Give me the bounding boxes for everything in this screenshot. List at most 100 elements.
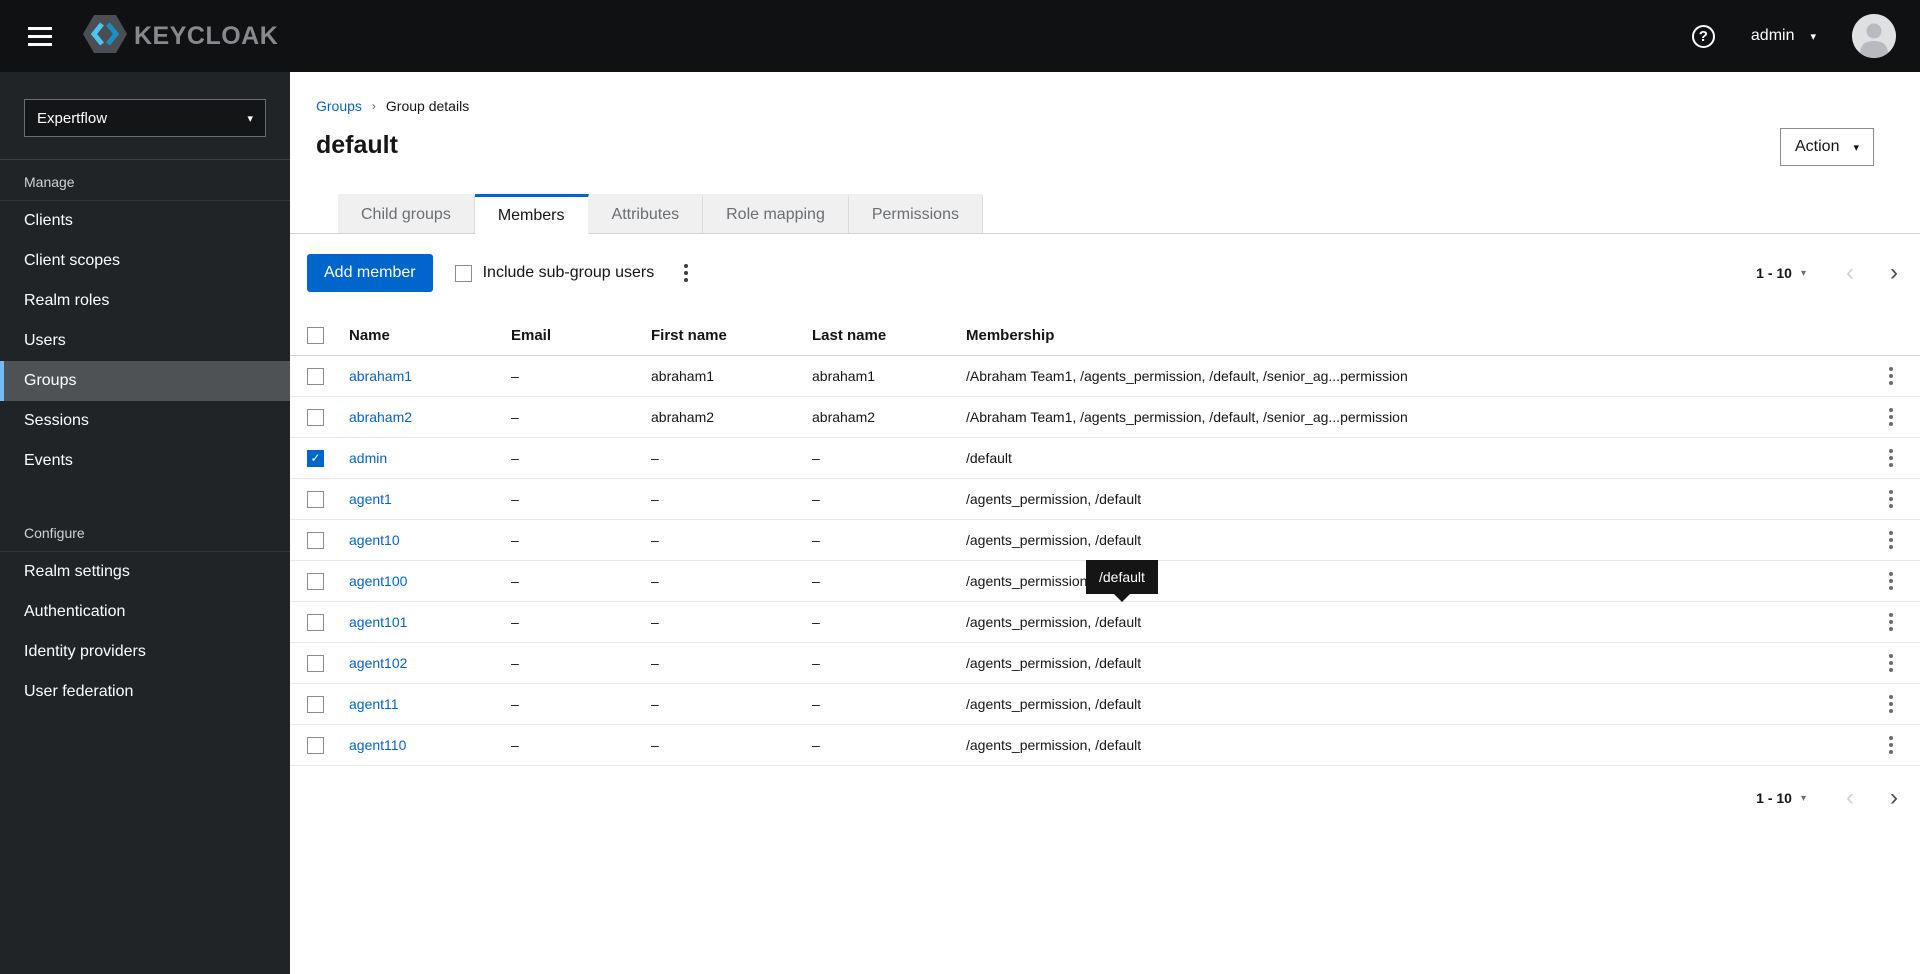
member-email: – bbox=[511, 532, 519, 548]
breadcrumb-groups-link[interactable]: Groups bbox=[316, 98, 362, 114]
sidebar-item-identity-providers[interactable]: Identity providers bbox=[0, 632, 290, 672]
table-header-row: Name Email First name Last name Membersh… bbox=[290, 315, 1920, 356]
chevron-down-icon: ▾ bbox=[1810, 30, 1816, 43]
member-name-link[interactable]: agent110 bbox=[349, 737, 406, 753]
member-email: – bbox=[511, 491, 519, 507]
member-email: – bbox=[511, 655, 519, 671]
member-name-link[interactable]: agent10 bbox=[349, 532, 400, 548]
row-kebab-menu[interactable] bbox=[1881, 525, 1901, 555]
pagination-prev-icon[interactable]: ‹ bbox=[1846, 261, 1854, 285]
member-email: – bbox=[511, 409, 519, 425]
member-first-name: – bbox=[651, 450, 659, 466]
sidebar-item-groups[interactable]: Groups bbox=[0, 361, 290, 401]
member-email: – bbox=[511, 573, 519, 589]
row-checkbox[interactable] bbox=[307, 408, 324, 426]
member-name-link[interactable]: agent100 bbox=[349, 573, 407, 589]
sidebar-item-events[interactable]: Events bbox=[0, 441, 290, 481]
row-kebab-menu[interactable] bbox=[1881, 484, 1901, 514]
member-first-name: – bbox=[651, 532, 659, 548]
row-checkbox[interactable] bbox=[307, 490, 324, 508]
pagination-range-dropdown[interactable]: 1 - 10 ▾ bbox=[1756, 265, 1806, 281]
member-membership: /agents_permission, /default bbox=[966, 696, 1142, 712]
sidebar-item-clients[interactable]: Clients bbox=[0, 201, 290, 241]
select-all-checkbox[interactable] bbox=[307, 326, 324, 344]
row-kebab-menu[interactable] bbox=[1881, 689, 1901, 719]
row-kebab-menu[interactable] bbox=[1881, 443, 1901, 473]
member-name-link[interactable]: agent102 bbox=[349, 655, 407, 671]
row-checkbox[interactable] bbox=[307, 695, 324, 713]
sidebar-item-authentication[interactable]: Authentication bbox=[0, 592, 290, 632]
row-checkbox[interactable] bbox=[307, 736, 324, 754]
member-last-name: – bbox=[812, 614, 820, 630]
row-kebab-menu[interactable] bbox=[1881, 607, 1901, 637]
sidebar-item-users[interactable]: Users bbox=[0, 321, 290, 361]
member-last-name: – bbox=[812, 696, 820, 712]
keycloak-logo-icon bbox=[82, 13, 128, 60]
member-email: – bbox=[511, 614, 519, 630]
member-last-name: – bbox=[812, 532, 820, 548]
member-first-name: – bbox=[651, 614, 659, 630]
toolbar-kebab-menu[interactable] bbox=[676, 258, 696, 288]
table-row-agent11: agent11 – – – /agents_permission, /default bbox=[290, 684, 1920, 725]
realm-selector[interactable]: Expertflow ▾ bbox=[24, 99, 266, 137]
pagination-next-icon[interactable]: › bbox=[1890, 261, 1898, 285]
column-header-email: Email bbox=[511, 326, 552, 344]
brand-text: KEYCLOAK bbox=[134, 21, 279, 50]
members-toolbar: Add member Include sub-group users 1 - 1… bbox=[290, 234, 1920, 292]
row-kebab-menu[interactable] bbox=[1881, 402, 1901, 432]
sidebar-item-realm-settings[interactable]: Realm settings bbox=[0, 552, 290, 592]
help-icon[interactable]: ? bbox=[1691, 24, 1715, 48]
row-checkbox[interactable] bbox=[307, 572, 324, 590]
member-membership: /agents_permission, /default bbox=[966, 614, 1142, 630]
tab-members[interactable]: Members bbox=[474, 194, 589, 234]
hamburger-menu-icon[interactable] bbox=[26, 23, 54, 50]
nav-section-title-manage: Manage bbox=[0, 160, 290, 201]
member-last-name: – bbox=[812, 737, 820, 753]
member-name-link[interactable]: admin bbox=[349, 450, 387, 466]
tab-attributes[interactable]: Attributes bbox=[588, 194, 704, 233]
sidebar-item-user-federation[interactable]: User federation bbox=[0, 672, 290, 712]
tab-permissions[interactable]: Permissions bbox=[848, 194, 983, 233]
member-name-link[interactable]: abraham1 bbox=[349, 368, 412, 384]
member-name-link[interactable]: abraham2 bbox=[349, 409, 412, 425]
member-name-link[interactable]: agent1 bbox=[349, 491, 392, 507]
table-row-admin: ✓ admin – – – /default bbox=[290, 438, 1920, 479]
row-checkbox[interactable] bbox=[307, 367, 324, 385]
row-kebab-menu[interactable] bbox=[1881, 361, 1901, 391]
pagination-prev-icon[interactable]: ‹ bbox=[1846, 786, 1854, 810]
chevron-down-icon: ▾ bbox=[1800, 267, 1806, 279]
row-checkbox[interactable]: ✓ bbox=[307, 449, 324, 467]
add-member-button[interactable]: Add member bbox=[307, 254, 433, 292]
row-checkbox[interactable] bbox=[307, 531, 324, 549]
pagination-range-dropdown[interactable]: 1 - 10 ▾ bbox=[1756, 790, 1806, 806]
member-membership: /agents_permission, /default bbox=[966, 737, 1142, 753]
row-kebab-menu[interactable] bbox=[1881, 730, 1901, 760]
member-name-link[interactable]: agent101 bbox=[349, 614, 407, 630]
member-name-link[interactable]: agent11 bbox=[349, 696, 399, 712]
member-last-name: – bbox=[812, 655, 820, 671]
user-menu[interactable]: admin ▾ bbox=[1751, 27, 1816, 45]
sidebar-item-sessions[interactable]: Sessions bbox=[0, 401, 290, 441]
avatar bbox=[1852, 14, 1896, 58]
sidebar-item-realm-roles[interactable]: Realm roles bbox=[0, 281, 290, 321]
member-email: – bbox=[511, 696, 519, 712]
row-checkbox[interactable] bbox=[307, 613, 324, 631]
row-kebab-menu[interactable] bbox=[1881, 648, 1901, 678]
action-dropdown-button[interactable]: Action ▾ bbox=[1780, 128, 1874, 166]
table-row-abraham2: abraham2 – abraham2 abraham2/Abraham Team1,… bbox=[290, 397, 1920, 438]
member-membership: /agents_permission, /default bbox=[966, 532, 1142, 548]
member-last-name: abraham2 bbox=[812, 409, 876, 425]
member-last-name: – bbox=[812, 491, 820, 507]
tab-child-groups[interactable]: Child groups bbox=[338, 194, 475, 233]
tab-role-mapping[interactable]: Role mapping bbox=[703, 194, 849, 233]
username: admin bbox=[1750, 27, 1795, 44]
nav-section-title-configure: Configure bbox=[0, 511, 290, 552]
sidebar-item-client-scopes[interactable]: Client scopes bbox=[0, 241, 290, 281]
keycloak-logo[interactable]: KEYCLOAK bbox=[82, 13, 278, 60]
pagination-next-icon[interactable]: › bbox=[1890, 786, 1898, 810]
row-kebab-menu[interactable] bbox=[1881, 566, 1901, 596]
row-checkbox[interactable] bbox=[307, 654, 324, 672]
include-subgroup-checkbox[interactable] bbox=[454, 264, 472, 282]
pagination-top: 1 - 10 ▾ ‹ › bbox=[1756, 261, 1904, 285]
member-first-name: – bbox=[651, 737, 659, 753]
